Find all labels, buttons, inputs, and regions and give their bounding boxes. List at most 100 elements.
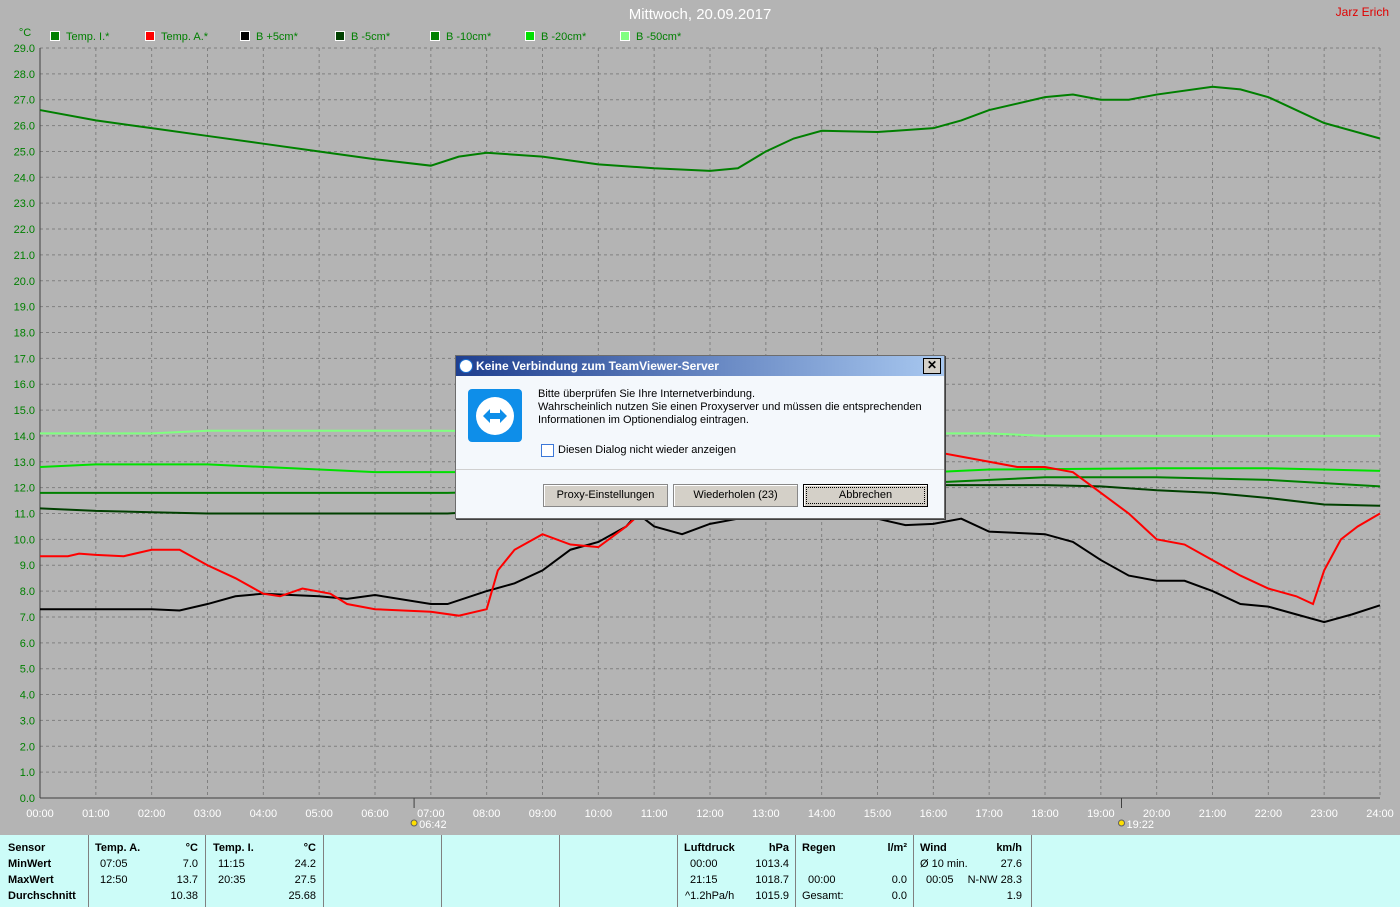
legend-label: B -50cm* [636, 31, 682, 43]
temp-a-avg: 10.38 [170, 890, 198, 902]
legend-swatch [620, 31, 630, 41]
legend-label: B -5cm* [351, 31, 391, 43]
y-tick-label: 20.0 [14, 276, 35, 288]
dialog-message-line-1: Bitte überprüfen Sie Ihre Internetverbin… [538, 388, 756, 400]
sensor-header: Sensor [8, 842, 46, 854]
y-tick-label: 26.0 [14, 121, 35, 133]
x-tick-label: 19:00 [1087, 808, 1115, 820]
legend-item: Temp. I.* [50, 31, 109, 43]
legend-swatch [335, 31, 345, 41]
y-tick-label: 16.0 [14, 379, 35, 391]
y-tick-label: 2.0 [20, 741, 35, 753]
temp-i-min-time: 11:15 [218, 858, 245, 870]
y-tick-label: 22.0 [14, 224, 35, 236]
cancel-button[interactable]: Abbrechen [803, 484, 928, 507]
temp-i-max-time: 20:35 [218, 874, 246, 886]
y-tick-label: 3.0 [20, 715, 35, 727]
rain-value: 0.0 [891, 874, 907, 886]
legend-label: B +5cm* [256, 31, 298, 43]
y-tick-label: 27.0 [14, 95, 35, 107]
wind-header: Wind [920, 842, 947, 854]
temp-i-avg: 25.68 [288, 890, 316, 902]
sunrise-icon [410, 819, 418, 827]
pressure-unit: hPa [768, 842, 789, 854]
legend-item: B -50cm* [620, 31, 681, 43]
y-tick-label: 12.0 [14, 483, 35, 495]
pressure-max-time: 21:15 [690, 874, 718, 886]
wind-unit: km/h [996, 842, 1022, 854]
rain-time: 00:00 [808, 874, 836, 886]
retry-button[interactable]: Wiederholen (23) [673, 484, 798, 507]
dont-show-again-label[interactable]: Diesen Dialog nicht wieder anzeigen [558, 444, 736, 456]
temp-a-max-time: 12:50 [100, 874, 128, 886]
y-tick-label: 5.0 [20, 664, 35, 676]
rain-header: Regen [802, 842, 836, 854]
x-tick-label: 00:00 [26, 808, 54, 820]
y-tick-label: 19.0 [14, 302, 35, 314]
y-tick-label: 13.0 [14, 457, 35, 469]
x-tick-label: 23:00 [1310, 808, 1338, 820]
y-tick-label: 4.0 [20, 690, 35, 702]
temp-a-max: 13.7 [176, 874, 198, 886]
pressure-trend: ^1.2hPa/h [685, 890, 735, 902]
wind-avg-label: Ø 10 min. [920, 858, 968, 870]
dialog-message-line-3: Informationen im Optionendialog eintrage… [538, 414, 749, 426]
y-tick-label: 24.0 [14, 172, 35, 184]
wind-max-time: 00:05 [926, 874, 954, 886]
sunset-label: 19:22 [1126, 819, 1154, 831]
temp-i-header: Temp. I. [213, 842, 254, 854]
legend-label: B -20cm* [541, 31, 587, 43]
close-button[interactable]: ✕ [923, 358, 941, 374]
y-tick-label: 21.0 [14, 250, 35, 262]
x-tick-label: 08:00 [473, 808, 501, 820]
x-tick-label: 14:00 [808, 808, 836, 820]
dialog-title: Keine Verbindung zum TeamViewer-Server [476, 359, 719, 373]
x-tick-label: 05:00 [305, 808, 333, 820]
y-tick-label: 15.0 [14, 405, 35, 417]
dialog-titlebar[interactable]: Keine Verbindung zum TeamViewer-Server ✕ [456, 356, 944, 376]
rain-total: 0.0 [891, 890, 907, 902]
wind-last: 1.9 [1006, 890, 1022, 902]
teamviewer-error-dialog: Keine Verbindung zum TeamViewer-Server ✕… [455, 355, 945, 519]
legend-swatch [430, 31, 440, 41]
teamviewer-icon [459, 359, 473, 373]
y-tick-label: 0.0 [20, 793, 35, 805]
x-tick-label: 24:00 [1366, 808, 1394, 820]
y-tick-label: 11.0 [14, 509, 35, 521]
legend-item: Temp. A.* [145, 31, 208, 43]
x-tick-label: 21:00 [1199, 808, 1227, 820]
wind-avg: 27.6 [1000, 858, 1022, 870]
avg-label: Durchschnitt [8, 890, 76, 902]
temp-a-header: Temp. A. [95, 842, 141, 854]
x-tick-label: 09:00 [529, 808, 557, 820]
y-tick-label: 1.0 [20, 767, 35, 779]
legend-label: Temp. A.* [161, 31, 209, 43]
x-tick-label: 13:00 [752, 808, 780, 820]
dont-show-again-checkbox[interactable] [541, 444, 554, 457]
proxy-settings-button[interactable]: Proxy-Einstellungen [543, 484, 668, 507]
y-tick-label: 8.0 [20, 586, 35, 598]
wind-max: N-NW 28.3 [967, 874, 1022, 886]
x-tick-label: 01:00 [82, 808, 110, 820]
y-tick-label: 17.0 [14, 353, 35, 365]
y-tick-label: 6.0 [20, 638, 35, 650]
max-label: MaxWert [8, 874, 54, 886]
legend-swatch [145, 31, 155, 41]
rain-unit: l/m² [887, 842, 907, 854]
temp-a-unit: °C [185, 842, 198, 854]
x-tick-label: 04:00 [250, 808, 278, 820]
temp-i-min: 24.2 [294, 858, 316, 870]
sunset-icon [1117, 819, 1125, 827]
y-tick-label: 7.0 [20, 612, 35, 624]
pressure-min: 1013.4 [755, 858, 789, 870]
x-tick-label: 18:00 [1031, 808, 1059, 820]
x-tick-label: 17:00 [975, 808, 1003, 820]
dialog-divider [456, 469, 944, 470]
pressure-header: Luftdruck [684, 842, 735, 854]
legend-item: B -10cm* [430, 31, 491, 43]
legend-item: B -5cm* [335, 31, 390, 43]
x-tick-label: 11:00 [641, 808, 668, 820]
sunrise-label: 06:42 [419, 819, 447, 831]
x-tick-label: 02:00 [138, 808, 166, 820]
x-tick-label: 10:00 [585, 808, 613, 820]
